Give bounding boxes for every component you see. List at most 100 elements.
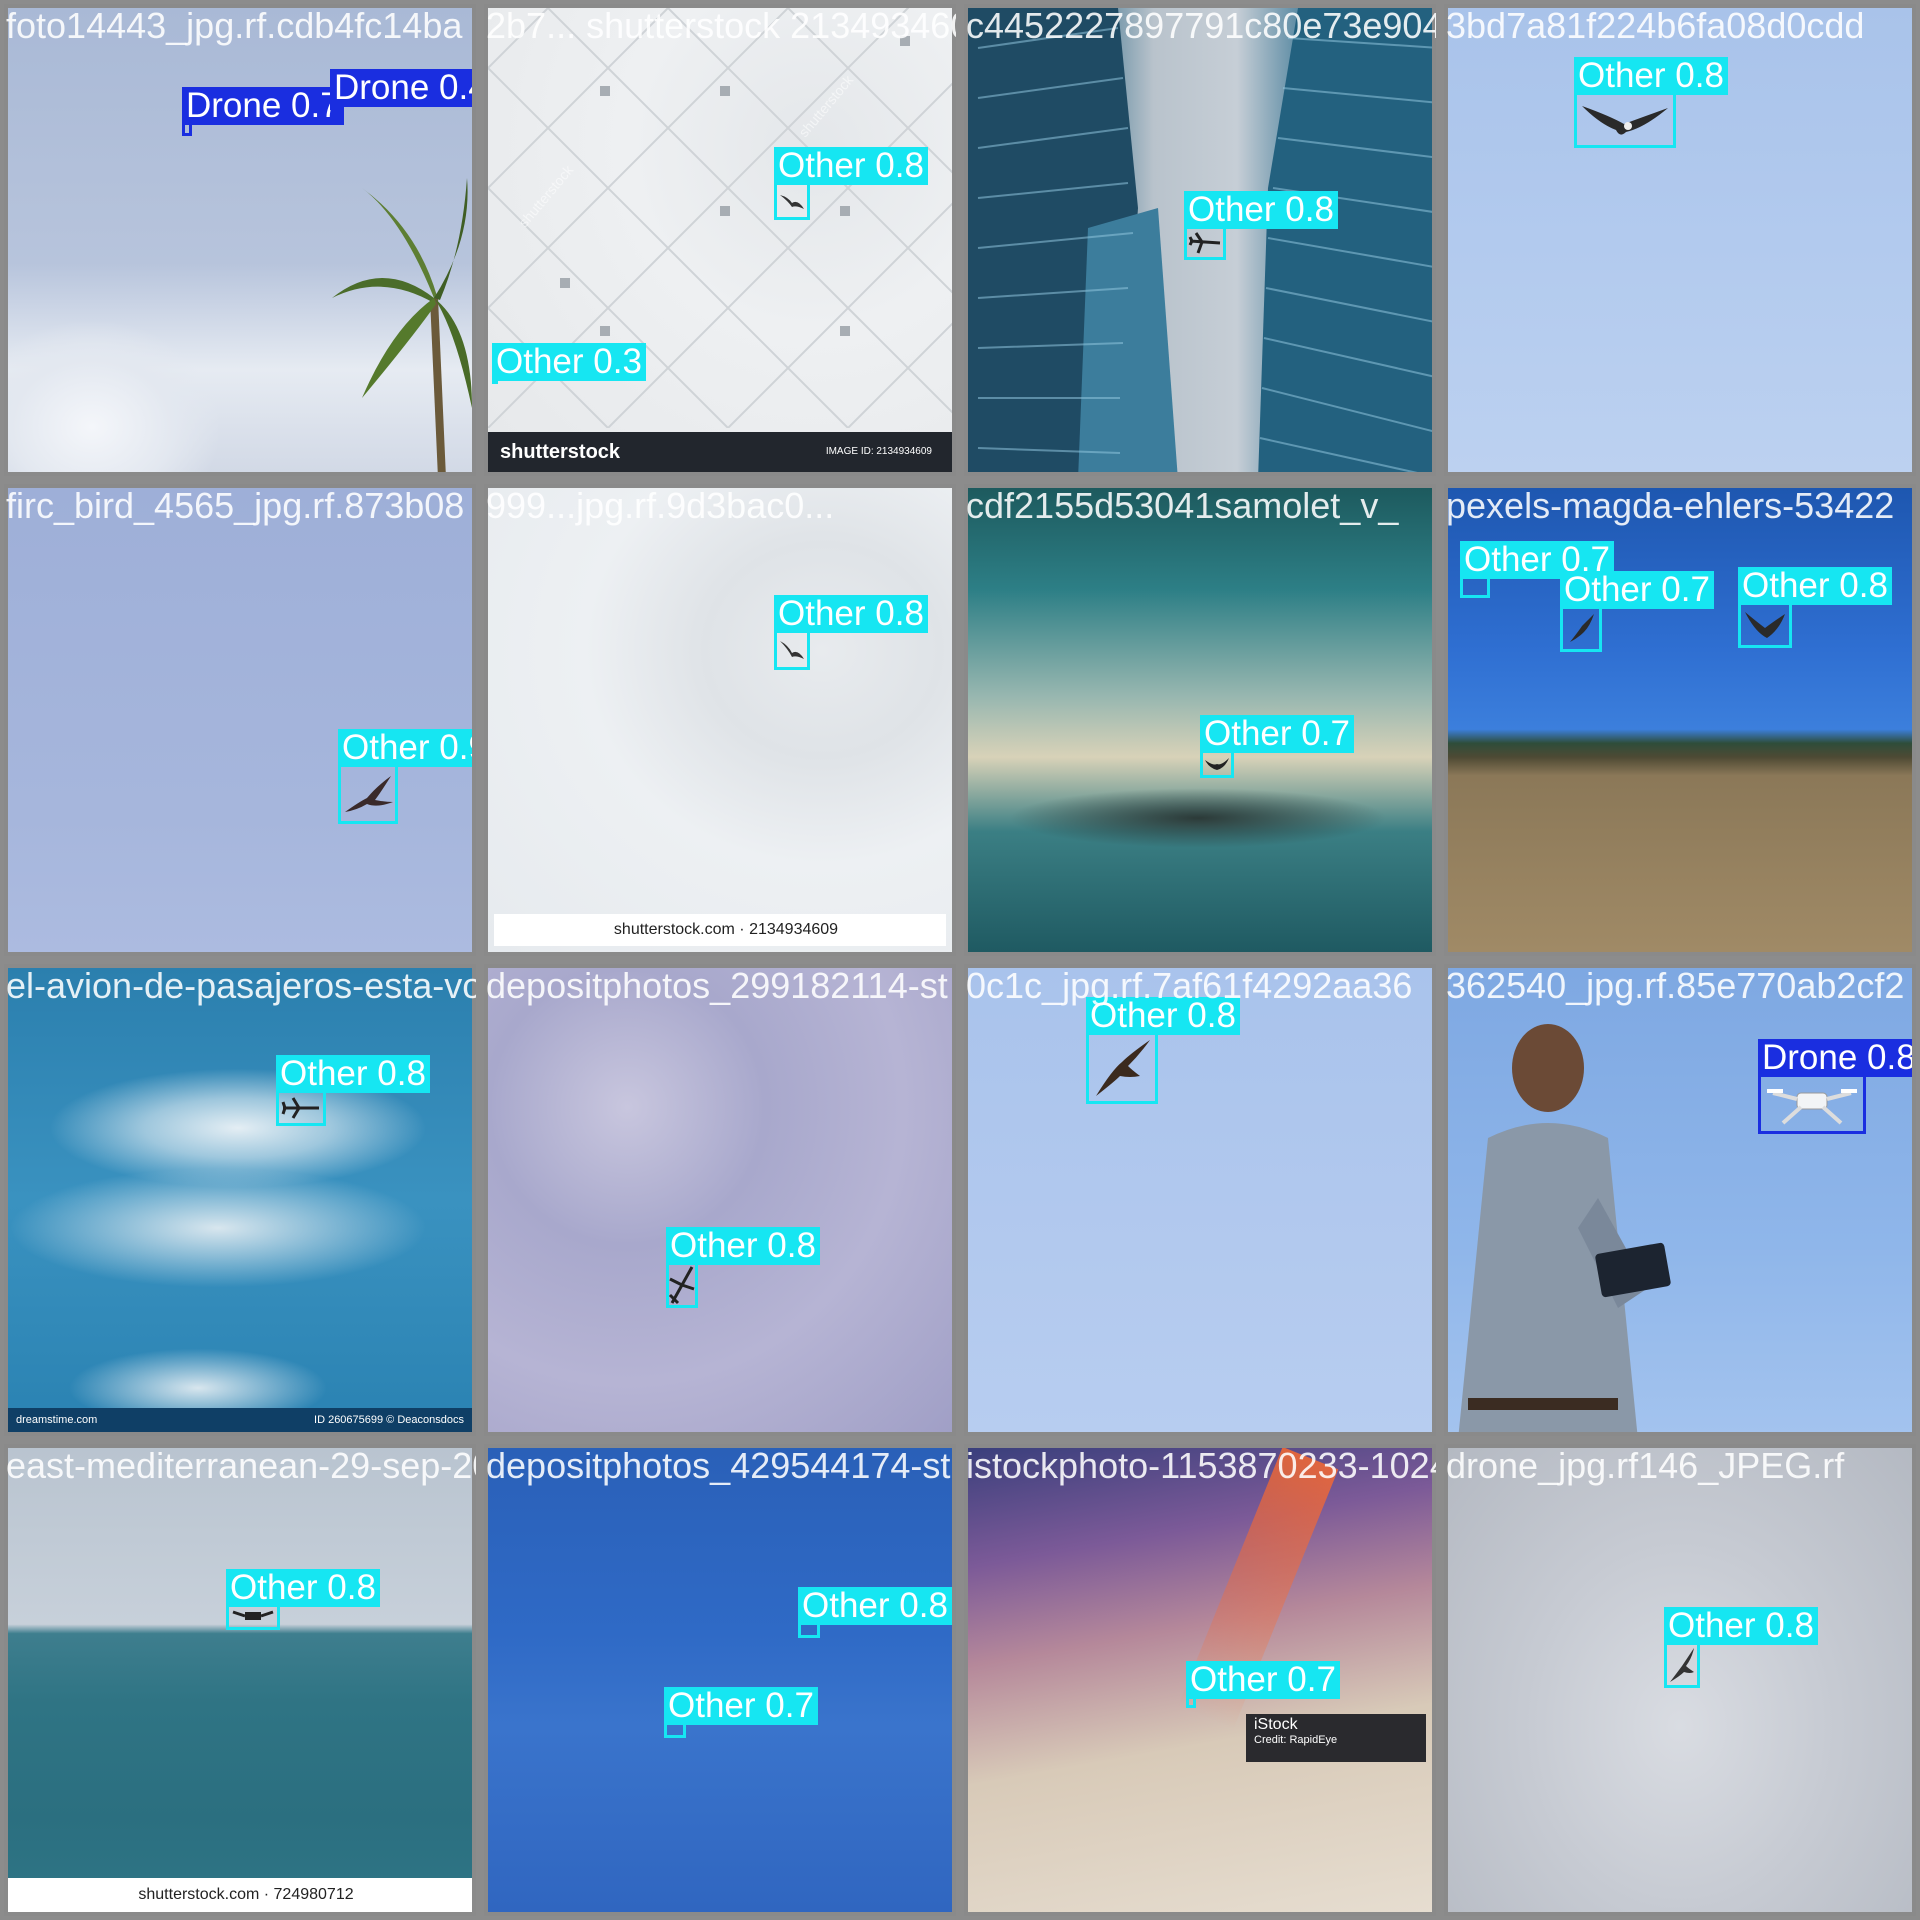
tile-image: Drone 0.8: [1448, 968, 1912, 1432]
image-tile[interactable]: dreamstime.com ID 260675699 © Deaconsdoc…: [0, 960, 480, 1440]
detection-box[interactable]: Drone 0.7: [182, 87, 344, 136]
detection-label: Drone 0.4: [330, 69, 472, 107]
image-tile[interactable]: Other 0.8 drone_jpg.rf146_JPEG.rf: [1440, 1440, 1920, 1920]
detection-label: Drone 0.8: [1758, 1039, 1912, 1077]
image-tile[interactable]: Drone 0.8 362540_jpg.rf.85e770ab2cf2: [1440, 960, 1920, 1440]
detection-box[interactable]: Drone 0.8: [1758, 1039, 1912, 1134]
tile-image: Other 0.8 Other 0.7: [488, 1448, 952, 1912]
bird-icon: [1670, 1648, 1694, 1682]
detection-label: Other 0.8: [226, 1569, 380, 1607]
tile-image: Other 0.8: [968, 8, 1432, 472]
tile-image: Drone 0.7 Drone 0.4: [8, 8, 472, 472]
cloud-shape: [8, 322, 218, 472]
detection-box[interactable]: Other 0.8: [798, 1587, 952, 1638]
detection-box[interactable]: Drone 0.4: [330, 69, 472, 110]
image-tile[interactable]: Other 0.7 cdf2155d53041samolet_v_: [960, 480, 1440, 960]
tile-image: Other 0.7: [968, 488, 1432, 952]
detection-label: Other 0.8: [1664, 1607, 1818, 1645]
watermark-logo: iStock: [1254, 1716, 1298, 1733]
detection-label: Other 0.7: [1186, 1661, 1340, 1699]
detection-box[interactable]: Other 0.7: [1560, 571, 1714, 652]
detection-label: Other 0.7: [664, 1687, 818, 1725]
detection-box[interactable]: Other 0.8: [1738, 567, 1892, 648]
detection-box[interactable]: Other 0.8: [774, 147, 928, 220]
detection-results-grid: Drone 0.7 Drone 0.4 foto14443_jpg.rf.cdb…: [0, 0, 1920, 1920]
detection-label: Other 0.8: [1086, 997, 1240, 1035]
bird-icon: [1205, 758, 1229, 770]
image-tile[interactable]: iStock Credit: RapidEye Other 0.7 istock…: [960, 1440, 1440, 1920]
detection-box[interactable]: Other 0.9: [338, 729, 472, 824]
detection-box[interactable]: Other 0.7: [1186, 1661, 1340, 1708]
detection-label: Drone 0.7: [182, 87, 344, 125]
palm-tree-icon: [332, 178, 472, 472]
detection-label: Other 0.8: [1184, 191, 1338, 229]
credit-text: Credit: RapidEye: [1254, 1734, 1338, 1746]
image-tile[interactable]: Drone 0.7 Drone 0.4 foto14443_jpg.rf.cdb…: [0, 0, 480, 480]
stock-footer: shutterstock.com · 2134934609: [494, 914, 946, 946]
detection-box[interactable]: Other 0.3: [492, 343, 646, 384]
detection-label: Other 0.3: [492, 343, 646, 381]
tile-image: iStock Credit: RapidEye Other 0.7: [968, 1448, 1432, 1912]
detection-label: Other 0.8: [774, 595, 928, 633]
image-tile[interactable]: Other 0.8 c4452227897791c80e73e9042: [960, 0, 1440, 480]
detection-box[interactable]: Other 0.7: [1460, 541, 1614, 598]
detection-label: Other 0.8: [1574, 57, 1728, 95]
detection-box[interactable]: Other 0.8: [666, 1227, 820, 1308]
detection-label: Other 0.7: [1560, 571, 1714, 609]
detection-box[interactable]: Other 0.8: [276, 1055, 430, 1126]
detection-box[interactable]: Other 0.8: [1574, 57, 1728, 148]
drone-icon: [232, 1610, 274, 1620]
drone-icon: [1767, 1089, 1857, 1125]
image-tile[interactable]: Other 0.8 0c1c_jpg.rf.7af61f4292aa36: [960, 960, 1440, 1440]
detection-box[interactable]: Other 0.8: [226, 1569, 380, 1630]
watermark-logo: shutterstock: [500, 441, 621, 463]
image-tile[interactable]: Other 0.8 Other 0.7 depositphotos_429544…: [480, 1440, 960, 1920]
image-tile[interactable]: Other 0.9 firc_bird_4565_jpg.rf.873b08: [0, 480, 480, 960]
tile-image: shutterstock.com · 2134934609 Other 0.8: [488, 488, 952, 952]
detection-box[interactable]: Other 0.8: [1664, 1607, 1818, 1688]
image-tile[interactable]: shutterstock shutterstock shutterstock I…: [480, 0, 960, 480]
detection-label: Other 0.7: [1200, 715, 1354, 753]
detection-box[interactable]: Other 0.8: [1184, 191, 1338, 260]
detection-label: Other 0.8: [1738, 567, 1892, 605]
bird-icon: [780, 641, 804, 659]
detection-label: Other 0.8: [666, 1227, 820, 1265]
image-tile[interactable]: Other 0.7 Other 0.7 Other 0.8 pexels-mag…: [1440, 480, 1920, 960]
image-id-text: IMAGE ID: 2134934609: [825, 446, 932, 457]
detection-box[interactable]: Other 0.8: [774, 595, 928, 670]
detection-box[interactable]: Other 0.7: [1200, 715, 1354, 778]
cloud-shape: [8, 1168, 428, 1288]
bird-icon: [780, 195, 804, 209]
image-tile[interactable]: Other 0.8 depositphotos_299182114-st: [480, 960, 960, 1440]
tile-image: Other 0.8: [968, 968, 1432, 1432]
tile-image: Other 0.9: [8, 488, 472, 952]
watermark-logo: dreamstime.com: [16, 1414, 98, 1426]
stock-footer: shutterstock.com · 724980712: [8, 1878, 472, 1912]
detection-box[interactable]: Other 0.7: [664, 1687, 818, 1738]
bird-icon: [1745, 612, 1785, 638]
tile-image: Other 0.7 Other 0.7 Other 0.8: [1448, 488, 1912, 952]
cloud-shape: [1008, 788, 1388, 848]
image-tile[interactable]: shutterstock.com · 724980712 Other 0.8 e…: [0, 1440, 480, 1920]
image-id-text: ID 260675699 © Deaconsdocs: [314, 1414, 464, 1426]
tile-image: shutterstock shutterstock shutterstock I…: [488, 8, 952, 472]
tile-image: dreamstime.com ID 260675699 © Deaconsdoc…: [8, 968, 472, 1432]
image-tile[interactable]: shutterstock.com · 2134934609 Other 0.8 …: [480, 480, 960, 960]
tile-image: shutterstock.com · 724980712 Other 0.8: [8, 1448, 472, 1912]
tile-image: Other 0.8: [1448, 1448, 1912, 1912]
airplane-icon: [668, 1266, 695, 1305]
detection-label: Other 0.9: [338, 729, 472, 767]
bird-icon: [1570, 614, 1594, 642]
bird-icon: [1096, 1040, 1150, 1096]
airplane-icon: [281, 1097, 319, 1119]
bird-icon: [345, 776, 393, 812]
image-tile[interactable]: Other 0.8 3bd7a81f224b6fa08d0cdd: [1440, 0, 1920, 480]
detection-box[interactable]: Other 0.8: [1086, 997, 1240, 1104]
detection-label: Other 0.8: [798, 1587, 952, 1625]
detection-label: Other 0.8: [774, 147, 928, 185]
stock-footer: shutterstock IMAGE ID: 2134934609: [488, 432, 952, 472]
detection-label: Other 0.8: [276, 1055, 430, 1093]
airplane-icon: [1188, 232, 1221, 254]
bird-icon: [1582, 106, 1668, 135]
tile-image: Other 0.8: [1448, 8, 1912, 472]
